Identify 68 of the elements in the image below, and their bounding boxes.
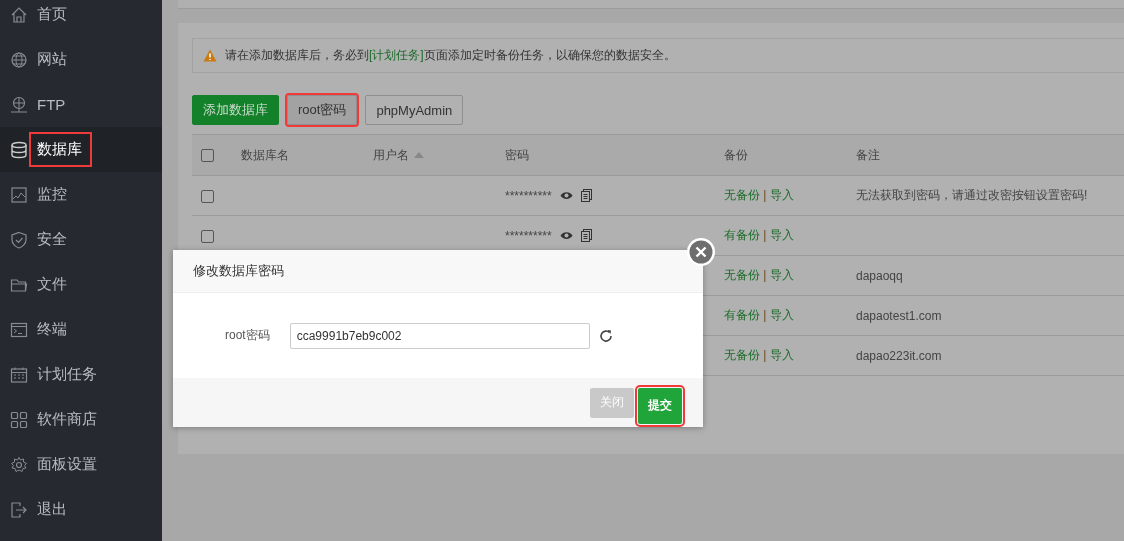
sidebar-item[interactable]: 软件商店 (0, 397, 162, 442)
separator: | (763, 348, 767, 362)
sidebar-item[interactable]: 退出 (0, 487, 162, 532)
toolbar-button[interactable]: 添加数据库 (192, 95, 279, 125)
copy-icon[interactable] (580, 229, 592, 242)
sidebar-item[interactable]: 首页 (0, 0, 162, 37)
copy-icon[interactable] (580, 189, 592, 202)
backup-link[interactable]: 无备份 (724, 188, 760, 202)
eye-icon[interactable] (559, 191, 573, 200)
database-icon (10, 140, 28, 159)
separator: | (763, 228, 767, 242)
sidebar-item[interactable]: 面板设置 (0, 442, 162, 487)
toolbar-button[interactable]: root密码 (287, 95, 358, 125)
password-field[interactable]: cca9991b7eb9c002 (289, 322, 590, 349)
calendar-icon (10, 365, 28, 384)
table-cell: ********** (505, 228, 552, 243)
sidebar-item[interactable]: 安全 (0, 217, 162, 262)
sidebar-item[interactable]: 终端 (0, 307, 162, 352)
home-icon (10, 5, 28, 24)
eye-icon[interactable] (559, 231, 573, 240)
field-label: root密码 (225, 327, 270, 344)
table-cell: ********** (505, 188, 552, 203)
notice-text: 请在添加数据库后，务必到[计划任务]页面添加定时备份任务，以确保您的数据安全。 (225, 47, 676, 64)
import-link[interactable]: 导入 (769, 268, 794, 282)
separator: | (763, 308, 767, 322)
dialog-title: 修改数据库密码 (193, 262, 284, 280)
close-icon[interactable] (686, 237, 716, 267)
backup-link[interactable]: 有备份 (724, 228, 760, 242)
import-link[interactable]: 导入 (769, 228, 794, 242)
table-cell: dapaotest1.com (856, 308, 942, 323)
table-cell: dapao223it.com (856, 348, 942, 363)
warning-icon (203, 49, 217, 62)
sidebar-item[interactable]: 监控 (0, 172, 162, 217)
sidebar-item[interactable]: 网站 (0, 37, 162, 82)
checkbox[interactable] (201, 229, 214, 243)
separator: | (763, 268, 767, 282)
terminal-icon (10, 320, 28, 339)
settings-icon (10, 455, 28, 474)
column-header: 备注 (856, 147, 880, 162)
import-link[interactable]: 导入 (769, 188, 794, 202)
backup-link[interactable]: 有备份 (724, 308, 760, 322)
grid-icon (10, 410, 28, 429)
column-header: 密码 (505, 147, 529, 162)
column-header[interactable]: 用户名 (373, 147, 409, 162)
dialog-button[interactable]: 提交 (638, 387, 682, 424)
import-link[interactable]: 导入 (769, 348, 794, 362)
import-link[interactable]: 导入 (769, 308, 794, 322)
backup-link[interactable]: 无备份 (724, 268, 760, 282)
table-cell: 无法获取到密码，请通过改密按钮设置密码! (856, 188, 1088, 202)
sidebar-item[interactable]: 文件 (0, 262, 162, 307)
task-link[interactable]: [计划任务] (369, 48, 424, 62)
backup-link[interactable]: 无备份 (724, 348, 760, 362)
chart-icon (10, 185, 28, 204)
network-icon (10, 95, 28, 114)
table-cell: dapaoqq (856, 268, 903, 283)
sidebar-item[interactable]: 数据库 (0, 127, 162, 172)
column-header[interactable]: 数据库名 (241, 147, 289, 162)
logout-icon (10, 500, 28, 519)
globe-icon (10, 50, 28, 69)
checkbox[interactable] (201, 149, 214, 163)
sidebar-item[interactable]: FTP (0, 82, 162, 127)
separator: | (763, 188, 767, 202)
sidebar-item[interactable]: 计划任务 (0, 352, 162, 397)
checkbox[interactable] (201, 189, 214, 203)
column-header: 备份 (724, 147, 748, 162)
refresh-icon[interactable] (598, 328, 613, 343)
toolbar-button[interactable]: phpMyAdmin (365, 95, 464, 125)
shield-icon (10, 230, 28, 249)
